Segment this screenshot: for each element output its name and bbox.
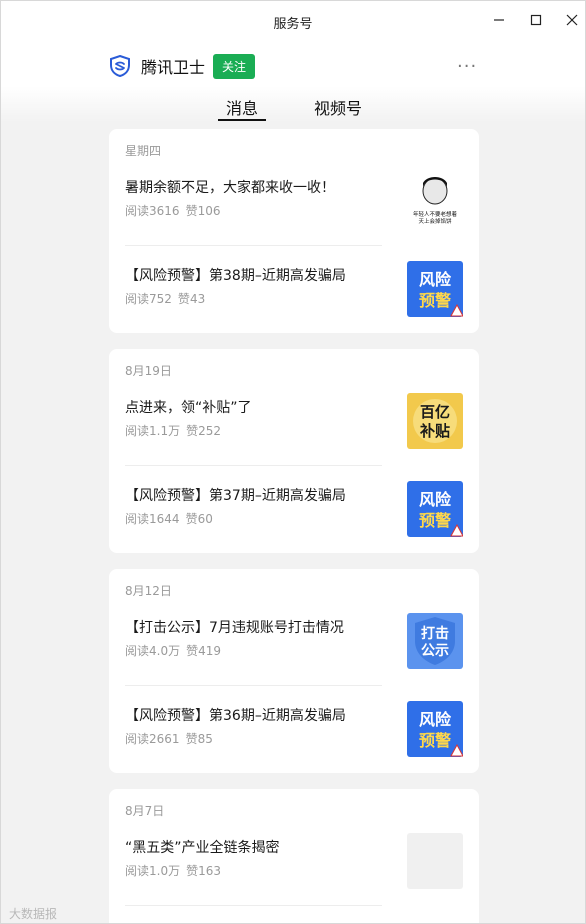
message-card: 星期四 暑期余额不足，大家都来收一收！ 阅读3616 赞106 年轻人不要老想着 天上会…	[109, 129, 479, 333]
read-count: 752	[149, 292, 172, 306]
thumbnail-graphic: 风险预警	[407, 261, 464, 317]
article-stats: 阅读1.0万 赞163	[125, 862, 221, 879]
article-item[interactable]: 【风险预警】第37期–近期高发骗局 阅读1644 赞60 风险 预警	[109, 465, 479, 553]
like-label: 赞	[186, 864, 199, 878]
thumb-text: 补贴	[419, 422, 450, 440]
maximize-icon[interactable]	[529, 13, 543, 27]
read-count: 2661	[149, 732, 180, 746]
thumbnail-graphic: 风险预警	[407, 481, 464, 537]
article-thumbnail	[407, 833, 463, 889]
article-title[interactable]: 【风险预警】第37期–近期高发骗局	[125, 485, 346, 505]
article-thumbnail: 百亿 补贴	[407, 393, 463, 449]
thumb-text: 风险	[419, 270, 452, 289]
like-count: 252	[198, 424, 222, 438]
read-label: 阅读	[125, 204, 150, 218]
active-tab-indicator	[218, 119, 266, 121]
thumb-text: 风险	[419, 490, 452, 509]
window: 服务号 腾讯卫士 关注 ··· 消息 视频号 星期四 暑期余额不足，大家都来收一收…	[0, 0, 586, 924]
thumb-text: 天上会掉馅饼	[418, 217, 452, 225]
article-title[interactable]: 【打击公示】7月违规账号打击情况	[125, 617, 344, 637]
tab-channels[interactable]: 视频号	[314, 95, 362, 119]
like-label: 赞	[186, 424, 199, 438]
article-thumbnail: 风险 预警	[407, 481, 464, 537]
thumb-text: 风险	[419, 710, 452, 729]
thumb-text: 预警	[419, 731, 451, 750]
read-count: 1644	[149, 512, 180, 526]
titlebar: 服务号	[1, 1, 585, 41]
article-stats: 阅读2661 赞85	[125, 730, 213, 747]
more-options-icon[interactable]: ···	[457, 56, 477, 77]
article-title[interactable]: “黑五类”产业全链条揭密	[125, 837, 280, 857]
like-count: 60	[197, 512, 213, 526]
message-card: 8月12日 【打击公示】7月违规账号打击情况 阅读4.0万 赞419 打击 公示 【风险预…	[109, 569, 479, 773]
like-count: 106	[197, 204, 221, 218]
article-item[interactable]: “黑五类”产业全链条揭密 阅读1.0万 赞163	[109, 817, 479, 905]
thumb-text: 年轻人不要老想着	[413, 210, 458, 218]
thumb-text: 打击	[421, 625, 449, 642]
item-divider	[125, 905, 382, 906]
thumb-text: 百亿	[420, 403, 450, 421]
tab-bar: 消息 视频号	[1, 95, 585, 123]
thumbnail-graphic	[407, 833, 463, 889]
minimize-icon[interactable]	[492, 13, 506, 27]
tab-messages[interactable]: 消息	[226, 95, 258, 119]
account-header: 腾讯卫士 关注	[109, 53, 256, 79]
article-title[interactable]: 点进来，领“补贴”了	[125, 397, 252, 417]
read-count: 1.1万	[149, 424, 181, 438]
read-label: 阅读	[125, 732, 150, 746]
read-label: 阅读	[125, 644, 150, 658]
article-stats: 阅读3616 赞106	[125, 202, 220, 219]
like-label: 赞	[185, 732, 198, 746]
article-item[interactable]: 暑期余额不足，大家都来收一收！ 阅读3616 赞106 年轻人不要老想着 天上会掉馅饼	[109, 157, 479, 245]
meme-face-icon	[422, 177, 448, 205]
article-stats: 阅读4.0万 赞419	[125, 642, 221, 659]
article-thumbnail: 打击 公示	[407, 613, 463, 669]
watermark: 大数据报	[9, 907, 58, 921]
thumb-text: 预警	[419, 291, 451, 310]
tencent-guard-logo-icon[interactable]	[109, 55, 131, 77]
read-label: 阅读	[125, 292, 150, 306]
thumb-placeholder	[407, 833, 463, 889]
like-count: 43	[189, 292, 206, 306]
thumb-text: 预警	[419, 511, 451, 530]
like-label: 赞	[185, 204, 198, 218]
article-thumbnail: 年轻人不要老想着 天上会掉馅饼	[407, 173, 463, 229]
thumb-text: 公示	[421, 643, 449, 659]
article-title[interactable]: 暑期余额不足，大家都来收一收！	[125, 177, 335, 197]
like-label: 赞	[186, 644, 199, 658]
like-count: 85	[197, 732, 213, 746]
article-item[interactable]: 【打击公示】7月违规账号打击情况 阅读4.0万 赞419 打击 公示	[109, 597, 479, 685]
like-count: 163	[198, 864, 222, 878]
article-thumbnail: 风险 预警	[407, 701, 464, 757]
read-label: 阅读	[125, 864, 150, 878]
like-label: 赞	[185, 512, 198, 526]
message-card: 8月7日 “黑五类”产业全链条揭密 阅读1.0万 赞163	[109, 789, 479, 923]
article-title[interactable]: 【风险预警】第38期–近期高发骗局	[125, 265, 346, 285]
read-count: 1.0万	[149, 864, 181, 878]
message-card: 8月19日 点进来，领“补贴”了 阅读1.1万 赞252 百亿 补贴 【风险预警】第37期…	[109, 349, 479, 553]
follow-button[interactable]: 关注	[213, 53, 256, 79]
like-label: 赞	[177, 292, 190, 306]
close-icon[interactable]	[565, 13, 579, 27]
article-stats: 阅读1.1万 赞252	[125, 422, 221, 439]
header: 服务号 腾讯卫士 关注 ··· 消息 视频号	[1, 1, 585, 123]
article-stats: 阅读1644 赞60	[125, 510, 213, 527]
article-stats: 阅读752 赞43	[125, 290, 205, 307]
read-count: 3616	[149, 204, 180, 218]
read-label: 阅读	[125, 512, 150, 526]
read-label: 阅读	[125, 424, 150, 438]
thumbnail-graphic: 打击公示	[407, 613, 463, 669]
article-item[interactable]: 【风险预警】第36期–近期高发骗局 阅读2661 赞85 风险 预警	[109, 685, 479, 773]
article-title[interactable]: 【风险预警】第36期–近期高发骗局	[125, 705, 346, 725]
thumbnail-graphic: 百亿补贴	[407, 393, 463, 449]
account-name[interactable]: 腾讯卫士	[141, 54, 205, 78]
article-thumbnail: 风险 预警	[407, 261, 464, 317]
article-item[interactable]: 【风险预警】第38期–近期高发骗局 阅读752 赞43 风险 预警	[109, 245, 479, 333]
thumbnail-graphic: 年轻人不要老想着天上会掉馅饼	[407, 173, 463, 229]
like-count: 419	[198, 644, 222, 658]
read-count: 4.0万	[149, 644, 181, 658]
article-item[interactable]: 点进来，领“补贴”了 阅读1.1万 赞252 百亿 补贴	[109, 377, 479, 465]
thumbnail-graphic: 风险预警	[407, 701, 464, 757]
